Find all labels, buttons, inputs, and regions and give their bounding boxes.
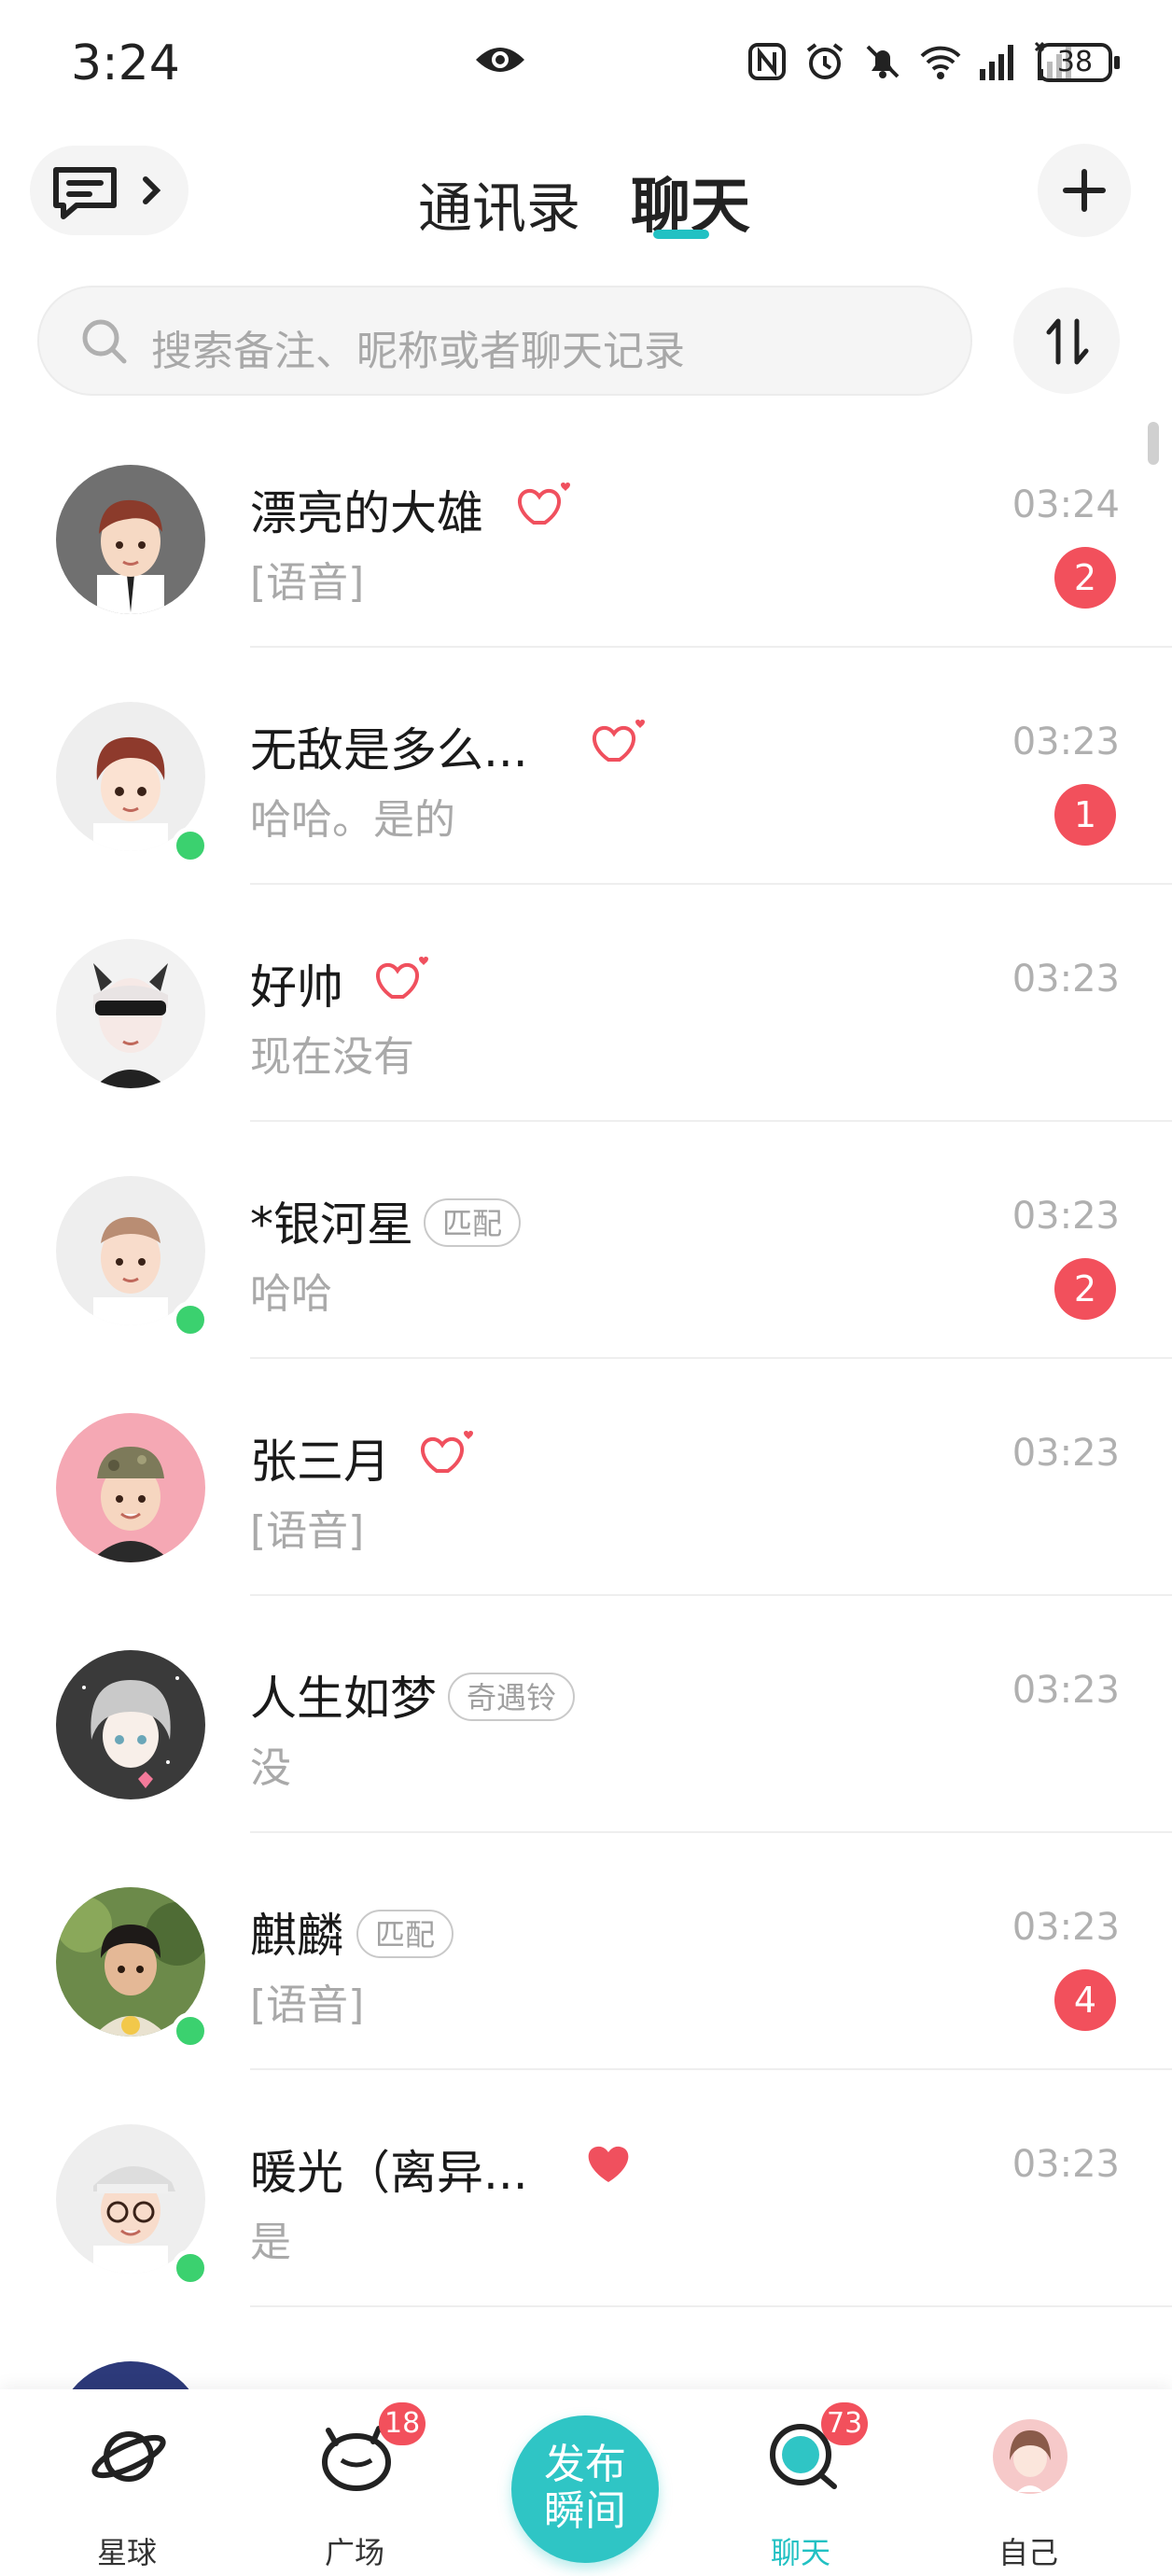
planet-icon bbox=[91, 2431, 166, 2482]
nav-label: 星球 bbox=[96, 2535, 157, 2570]
chat-name: 好帅 bbox=[250, 960, 343, 1015]
nav-square[interactable]: 广场 18 bbox=[271, 2389, 439, 2576]
chat-row[interactable]: 好帅 03:23 现在没有 bbox=[0, 885, 1172, 1122]
avatar bbox=[56, 1650, 205, 1799]
nav-label: 广场 bbox=[324, 2535, 384, 2570]
chat-name: 张三月 bbox=[250, 1435, 390, 1489]
heart-outline-icon bbox=[593, 720, 645, 762]
chevron-right-icon bbox=[143, 176, 161, 204]
nav-planet[interactable]: 星球 bbox=[43, 2389, 211, 2576]
avatar bbox=[56, 1413, 205, 1562]
plus-icon bbox=[1063, 169, 1106, 212]
eye-icon bbox=[476, 48, 524, 72]
nfc-icon bbox=[748, 43, 786, 80]
avatar bbox=[56, 465, 205, 614]
search-placeholder: 搜索备注、昵称或者聊天记录 bbox=[151, 328, 685, 375]
unread-badge: 2 bbox=[1054, 1258, 1116, 1320]
battery-indicator: 38 bbox=[1038, 43, 1120, 82]
nav-label: 自己 bbox=[998, 2535, 1058, 2570]
header: 通讯录 聊天 bbox=[0, 131, 1172, 261]
online-indicator bbox=[172, 827, 209, 864]
chat-row[interactable]: 漂亮的大雄 03:24 [语音] 2 bbox=[0, 411, 1172, 648]
sort-arrows-icon bbox=[1046, 318, 1089, 365]
chat-row[interactable]: 无敌是多么... 03:23 哈哈。是的 1 bbox=[0, 648, 1172, 885]
chat-preview: 现在没有 bbox=[250, 1033, 414, 1081]
status-time: 3:24 bbox=[71, 35, 180, 91]
nav-badge: 18 bbox=[379, 2402, 426, 2445]
chat-time: 03:23 bbox=[1012, 1432, 1120, 1475]
search-icon bbox=[82, 319, 127, 364]
chat-time: 03:24 bbox=[1012, 483, 1120, 526]
nav-me[interactable]: 自己 bbox=[944, 2389, 1112, 2576]
encounter-tag: 奇遇铃 bbox=[448, 1673, 576, 1721]
wifi-icon bbox=[920, 46, 961, 79]
tab-contacts[interactable]: 通讯录 bbox=[418, 164, 580, 243]
match-tag: 匹配 bbox=[356, 1910, 454, 1958]
chat-row[interactable]: 麒麟 匹配 03:23 [语音] 4 bbox=[0, 1833, 1172, 2070]
chat-list: 漂亮的大雄 03:24 [语音] 2 无敌是多么... 03:23 哈哈。是的 … bbox=[0, 411, 1172, 2544]
search-input[interactable]: 搜索备注、昵称或者聊天记录 bbox=[37, 286, 972, 396]
online-indicator bbox=[172, 1301, 209, 1338]
heart-outline-icon bbox=[376, 957, 428, 999]
unread-badge: 2 bbox=[1054, 547, 1116, 609]
chat-time: 03:23 bbox=[1012, 958, 1120, 1001]
heart-outline-icon bbox=[421, 1431, 473, 1473]
chat-name: *银河星 bbox=[250, 1197, 413, 1252]
unread-badge: 1 bbox=[1054, 784, 1116, 846]
chat-time: 03:23 bbox=[1012, 1669, 1120, 1712]
chat-preview: [语音] bbox=[250, 1981, 365, 2029]
signal-icon bbox=[980, 45, 1013, 80]
chat-preview: 哈哈。是的 bbox=[250, 796, 455, 844]
sort-button[interactable] bbox=[1013, 287, 1120, 394]
publish-label-line1: 发布 bbox=[544, 2441, 626, 2488]
chat-time: 03:23 bbox=[1012, 1906, 1120, 1949]
nav-label: 聊天 bbox=[770, 2535, 830, 2570]
chat-name: 暖光（离异... bbox=[250, 2146, 528, 2200]
chat-preview: 哈哈 bbox=[250, 1270, 332, 1318]
chat-time: 03:23 bbox=[1012, 1195, 1120, 1238]
alarm-icon bbox=[806, 43, 844, 79]
chat-preview: 是 bbox=[250, 2219, 291, 2266]
chat-row[interactable]: 暖光（离异... 03:23 是 bbox=[0, 2070, 1172, 2307]
chat-preview: 没 bbox=[250, 1744, 291, 1792]
chat-row[interactable]: 人生如梦 奇遇铃 03:23 没 bbox=[0, 1596, 1172, 1833]
online-indicator bbox=[172, 2249, 209, 2287]
chat-row[interactable]: 张三月 03:23 [语音] bbox=[0, 1359, 1172, 1596]
status-bar: 3:24 38 bbox=[0, 0, 1172, 131]
online-indicator bbox=[172, 2012, 209, 2050]
add-button[interactable] bbox=[1038, 144, 1131, 237]
active-tab-indicator bbox=[653, 230, 709, 239]
chat-name: 无敌是多么... bbox=[250, 723, 528, 777]
status-icons bbox=[745, 39, 1079, 84]
publish-moment-button[interactable]: 发布 瞬间 bbox=[511, 2415, 659, 2563]
chat-time: 03:23 bbox=[1012, 721, 1120, 763]
message-menu-button[interactable] bbox=[30, 146, 188, 235]
chat-preview: [语音] bbox=[250, 559, 365, 607]
nav-badge: 73 bbox=[821, 2402, 869, 2445]
profile-avatar-icon bbox=[993, 2419, 1067, 2494]
chat-name: 人生如梦 bbox=[250, 1672, 437, 1726]
avatar bbox=[56, 939, 205, 1088]
heart-filled-icon bbox=[588, 2146, 629, 2182]
heart-outline-icon bbox=[518, 483, 570, 525]
chat-row[interactable]: *银河星 匹配 03:23 哈哈 2 bbox=[0, 1122, 1172, 1359]
nav-chat[interactable]: 聊天 73 bbox=[717, 2389, 885, 2576]
unread-badge: 4 bbox=[1054, 1969, 1116, 2031]
chat-name: 漂亮的大雄 bbox=[250, 486, 483, 540]
chat-name: 麒麟 bbox=[250, 1909, 343, 1963]
publish-label-line2: 瞬间 bbox=[544, 2487, 626, 2535]
chat-time: 03:23 bbox=[1012, 2143, 1120, 2186]
message-square-icon bbox=[53, 167, 117, 219]
mute-icon bbox=[866, 45, 900, 78]
match-tag: 匹配 bbox=[424, 1198, 522, 1247]
chat-preview: [语音] bbox=[250, 1507, 365, 1555]
